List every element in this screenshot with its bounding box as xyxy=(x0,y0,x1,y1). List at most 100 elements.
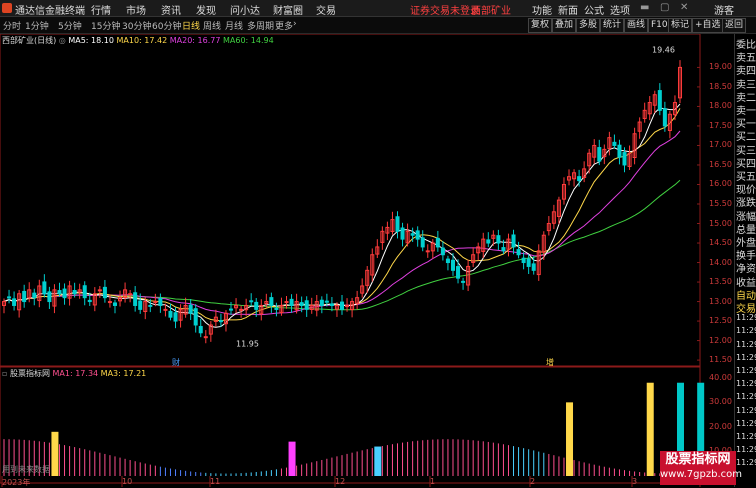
candle-body xyxy=(173,312,178,322)
candle-body xyxy=(319,299,324,306)
candle-body xyxy=(425,250,430,253)
period-tab-30min[interactable]: 30分钟 xyxy=(122,19,151,32)
price-tick: 18.50 xyxy=(709,81,732,91)
menu-item-wealth[interactable]: 财富圈 xyxy=(273,2,303,17)
menu-item-news[interactable]: 资讯 xyxy=(161,2,181,17)
candle-body xyxy=(163,308,168,311)
indicator-signal-bar xyxy=(566,402,574,476)
period-tab-1min[interactable]: 1分钟 xyxy=(25,19,49,32)
close-icon[interactable]: ✕ xyxy=(680,2,688,13)
period-tab-5min[interactable]: 5分钟 xyxy=(58,19,82,32)
candle-body xyxy=(198,325,203,334)
period-tab-more[interactable]: 更多 xyxy=(275,19,293,32)
guest-label[interactable]: 游客 xyxy=(714,2,734,17)
candle-body xyxy=(450,259,455,271)
event-marker: 财 xyxy=(172,357,180,367)
price-tick: 19.00 xyxy=(709,62,732,72)
menu-item-market[interactable]: 市场 xyxy=(126,2,146,17)
period-tab-timeshare[interactable]: 分时 xyxy=(3,19,21,32)
side-panel-label: 11:29 xyxy=(736,405,756,415)
candle-body xyxy=(138,300,143,310)
event-marker: 增 xyxy=(546,357,554,367)
candle-body xyxy=(622,152,627,166)
menu-item-function[interactable]: 功能 xyxy=(532,2,552,17)
side-panel-label: 11:29 xyxy=(736,326,756,336)
period-tab-weekly[interactable]: 周线 xyxy=(203,19,221,32)
period-tab-multi[interactable]: 多周期 xyxy=(247,19,274,32)
indicator-signal-bar xyxy=(51,431,59,476)
candle-body xyxy=(400,227,405,240)
candle-body xyxy=(531,263,536,271)
candle-body xyxy=(249,300,254,303)
candle-body xyxy=(218,320,223,323)
adjust-button[interactable]: 复权 xyxy=(528,18,553,33)
candle-body xyxy=(72,290,77,295)
period-tab-15min[interactable]: 15分钟 xyxy=(91,19,120,32)
candle-body xyxy=(415,230,420,240)
period-tab-daily[interactable]: 日线 xyxy=(182,19,200,32)
menu-item-quotes[interactable]: 行情 xyxy=(91,2,111,17)
candle-body xyxy=(324,300,329,303)
price-tick: 16.50 xyxy=(709,159,732,169)
overlay-button[interactable]: 叠加 xyxy=(552,18,577,33)
kline-chart[interactable]: 19.46 11.95 财 增 xyxy=(0,34,734,487)
stock-link[interactable]: 西部矿业 xyxy=(471,2,511,17)
menu-item-ask[interactable]: 问小达 xyxy=(230,2,260,17)
price-tick: 13.50 xyxy=(709,277,732,287)
candle-body xyxy=(657,90,662,111)
app-title: 通达信金融终端 xyxy=(15,6,85,17)
period-tab-monthly[interactable]: 月线 xyxy=(225,19,243,32)
period-toolbar: 分时 1分钟 5分钟 15分钟 30分钟 60分钟 日线 周线 月线 多周期 更… xyxy=(0,17,756,34)
candle-body xyxy=(304,300,309,310)
quote-side-panel: 委比 卖五 卖四 卖三 卖二 卖一 买一 买二 买三 买四 买五 现价 涨跌 涨幅 总量 外盘 换手 净资 收益 自动… xyxy=(734,34,756,487)
trade-login-notice[interactable]: 证券交易未登录 xyxy=(410,2,480,17)
menu-item-new-page[interactable]: 新面 xyxy=(558,2,578,17)
candle-body xyxy=(597,147,602,162)
time-tick: 10 xyxy=(122,477,133,486)
candle-body xyxy=(435,237,440,248)
candle-body xyxy=(339,301,345,310)
side-panel-label: 11:29 xyxy=(736,366,756,375)
candle-body xyxy=(229,308,234,311)
candle-body xyxy=(12,298,17,306)
back-button[interactable]: 返回 xyxy=(722,18,747,33)
candle-body xyxy=(526,258,531,267)
candle-body xyxy=(577,176,582,182)
price-tick: 18.00 xyxy=(709,101,732,111)
candle-body xyxy=(662,108,667,127)
side-panel-label: 11:29 xyxy=(736,445,756,455)
statistics-button[interactable]: 统计 xyxy=(600,18,625,33)
candle-body xyxy=(617,144,622,158)
price-tick: 11.50 xyxy=(709,355,732,365)
candle-body xyxy=(395,216,400,232)
candle-body xyxy=(410,233,415,236)
side-panel-label: 11:29 xyxy=(736,379,756,389)
price-tick: 13.00 xyxy=(709,296,732,306)
price-tick: 15.00 xyxy=(709,218,732,228)
menu-item-trade[interactable]: 交易 xyxy=(316,2,336,17)
restore-icon[interactable]: ▢ xyxy=(660,2,669,13)
candle-body xyxy=(440,247,445,256)
menu-item-discover[interactable]: 发现 xyxy=(196,2,216,17)
minimize-icon[interactable]: ▬ xyxy=(640,2,649,13)
mark-button[interactable]: 标记 xyxy=(668,18,693,33)
menu-bar: 通达信金融终端 行情 市场 资讯 发现 问小达 财富圈 交易 证券交易未登录 西… xyxy=(0,0,756,17)
price-tick: 12.50 xyxy=(709,316,732,326)
side-panel-label: 11:29 xyxy=(736,339,756,349)
period-tab-60min[interactable]: 60分钟 xyxy=(152,19,181,32)
side-panel-label: 11:29 xyxy=(736,392,756,402)
chevron-right-icon[interactable]: › xyxy=(293,19,297,29)
candle-body xyxy=(496,235,501,244)
candle-body xyxy=(420,237,425,248)
candle-body xyxy=(87,299,92,303)
menu-item-formula[interactable]: 公式 xyxy=(584,2,604,17)
candle-body xyxy=(32,292,37,299)
time-tick: 11 xyxy=(210,477,221,486)
app-logo-icon xyxy=(2,3,12,13)
time-tick: 2023年 xyxy=(2,478,31,487)
candle-body xyxy=(57,290,62,295)
add-watchlist-button[interactable]: +自选 xyxy=(692,18,724,33)
draw-line-button[interactable]: 画线 xyxy=(624,18,649,33)
menu-item-options[interactable]: 选项 xyxy=(610,2,630,17)
multi-stock-button[interactable]: 多股 xyxy=(576,18,601,33)
